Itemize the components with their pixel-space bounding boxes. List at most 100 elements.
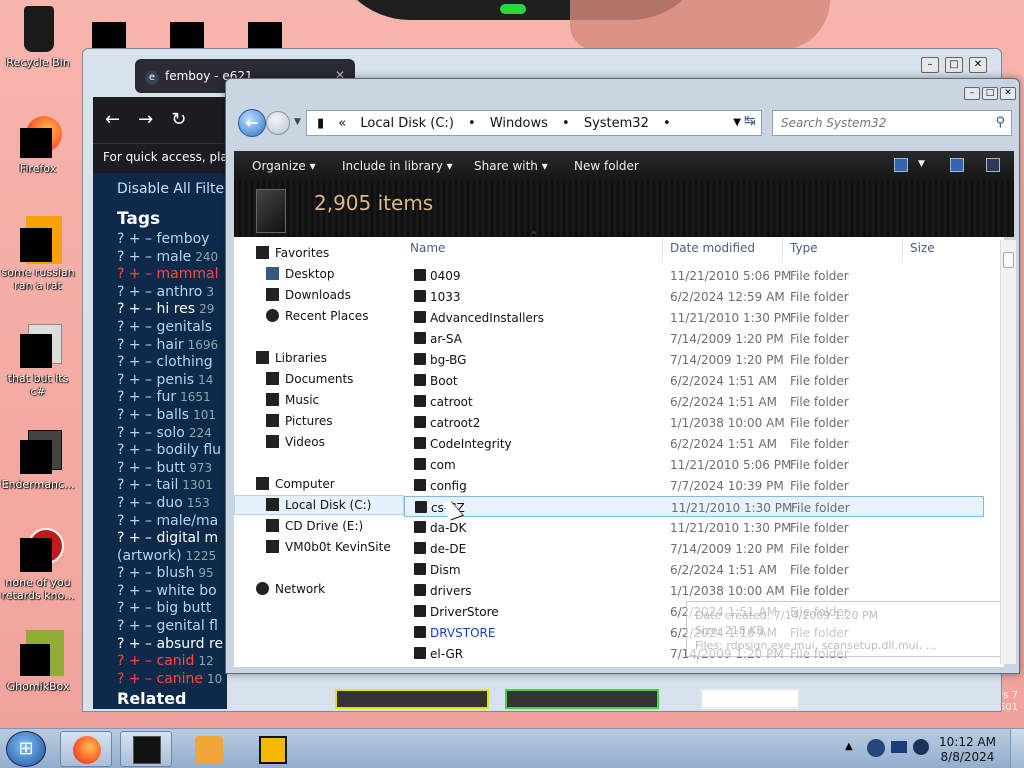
file-row[interactable]: Dism 6/2/2024 1:51 AM File folder (404, 559, 984, 580)
tag-item[interactable]: (artwork) 1225 (93, 548, 227, 566)
tag-item[interactable]: ? + – hi res 29 (93, 301, 227, 319)
file-row[interactable]: Boot 6/2/2024 1:51 AM File folder (404, 370, 984, 391)
search-box[interactable]: ⚲ (772, 110, 1012, 136)
tag-item[interactable]: ? + – tail 1301 (93, 477, 227, 495)
column-separator[interactable] (902, 237, 903, 261)
clock[interactable]: 10:12 AM 8/8/2024 (939, 735, 996, 765)
volume-tray-icon[interactable] (913, 739, 929, 755)
tag-item[interactable]: ? + – bodily flu (93, 442, 227, 460)
new-folder-button[interactable]: New folder (574, 159, 639, 173)
nav-cd-drive[interactable]: CD Drive (E:) (234, 516, 404, 536)
include-in-library-button[interactable]: Include in library ▾ (342, 159, 453, 173)
nav-desktop[interactable]: Desktop (234, 264, 404, 284)
tag-item[interactable]: ? + – solo 224 (93, 425, 227, 443)
show-desktop-button[interactable] (1010, 729, 1024, 768)
file-row[interactable]: AdvancedInstallers 11/21/2010 1:30 PM File… (404, 307, 984, 328)
nav-music[interactable]: Music (234, 390, 404, 410)
view-dropdown-icon[interactable]: ▼ (918, 159, 925, 169)
explorer-close-button[interactable]: ✕ (1000, 87, 1016, 100)
file-row[interactable]: CodeIntegrity 6/2/2024 1:51 AM File folder (404, 433, 984, 454)
tag-item[interactable]: ? + – penis 14 (93, 372, 227, 390)
desktop-icon-none-of-you[interactable]: none of you retards kno... (0, 526, 76, 602)
nav-favorites[interactable]: Favorites (234, 243, 404, 263)
taskbar-app[interactable] (246, 731, 298, 767)
explorer-window[interactable]: – □ ✕ ← ▼ ▮ « Local Disk (C:) • Windows … (225, 78, 1020, 674)
tag-item[interactable]: ? + – anthro 3 (93, 284, 227, 302)
column-header-size[interactable]: Size (910, 241, 935, 263)
tag-item[interactable]: ? + – genital fl (93, 618, 227, 636)
tag-item[interactable]: ? + – male 240 (93, 249, 227, 267)
disable-filters-link[interactable]: Disable All Filter (93, 173, 227, 197)
nav-pictures[interactable]: Pictures (234, 411, 404, 431)
tag-item[interactable]: ? + – balls 101 (93, 407, 227, 425)
tag-item[interactable]: ? + – duo 153 (93, 495, 227, 513)
nav-network[interactable]: Network (234, 579, 404, 599)
related-thumbnail[interactable] (505, 689, 659, 709)
forward-arrow-icon[interactable]: → (138, 109, 171, 130)
nav-local-disk[interactable]: Local Disk (C:) (234, 495, 404, 515)
search-icon[interactable]: ⚲ (995, 115, 1005, 130)
nav-downloads[interactable]: Downloads (234, 285, 404, 305)
organize-button[interactable]: Organize ▾ (252, 159, 316, 173)
taskbar-firefox[interactable] (60, 731, 112, 767)
tag-item[interactable]: ? + – fur 1651 (93, 389, 227, 407)
nav-computer[interactable]: Computer (234, 474, 404, 494)
help-icon[interactable] (986, 158, 1000, 172)
nav-recent-places[interactable]: Recent Places (234, 306, 404, 326)
file-list-scrollbar[interactable] (1000, 240, 1016, 664)
tag-item[interactable]: ? + – digital m (93, 530, 227, 548)
tag-item[interactable]: ? + – canine 10 (93, 671, 227, 689)
file-row[interactable]: de-DE 7/14/2009 1:20 PM File folder (404, 538, 984, 559)
tag-item[interactable]: ? + – femboy (93, 231, 227, 249)
forward-button[interactable] (266, 111, 290, 135)
desktop-icon-some-russian[interactable]: some russian ran a rat (0, 216, 76, 292)
recent-pages-dropdown-icon[interactable]: ▼ (294, 117, 301, 127)
browser-close-button[interactable]: ✕ (969, 57, 987, 73)
file-row[interactable]: com 11/21/2010 5:06 PM File folder (404, 454, 984, 475)
column-header-name[interactable]: Name (410, 241, 445, 263)
column-separator[interactable] (662, 237, 663, 261)
tag-item[interactable]: ? + – big butt (93, 600, 227, 618)
file-row[interactable]: 0409 11/21/2010 5:06 PM File folder (404, 265, 984, 286)
nav-documents[interactable]: Documents (234, 369, 404, 389)
overflow-chevron-icon[interactable]: « (338, 116, 346, 131)
related-thumbnail[interactable] (701, 689, 799, 709)
desktop-icon-firefox[interactable]: Firefox (0, 112, 76, 175)
tag-item[interactable]: ? + – blush 95 (93, 565, 227, 583)
breadcrumb-system32[interactable]: System32 (584, 116, 649, 131)
related-thumbnail[interactable] (335, 689, 489, 709)
display-tray-icon[interactable] (891, 741, 907, 753)
tag-item[interactable]: ? + – canid 12 (93, 653, 227, 671)
file-row[interactable]: drivers 1/1/2038 10:00 AM File folder (404, 580, 984, 601)
share-with-button[interactable]: Share with ▾ (474, 159, 548, 173)
file-row[interactable]: config 7/7/2024 10:39 PM File folder (404, 475, 984, 496)
breadcrumb-separator-icon[interactable]: • (468, 116, 476, 131)
tag-item[interactable]: ? + – genitals (93, 319, 227, 337)
address-dropdown-icon[interactable]: ▼ (733, 117, 741, 128)
explorer-maximize-button[interactable]: □ (982, 87, 998, 100)
file-row[interactable]: bg-BG 7/14/2009 1:20 PM File folder (404, 349, 984, 370)
tag-item[interactable]: ? + – butt 973 (93, 460, 227, 478)
file-row[interactable]: catroot2 1/1/2038 10:00 AM File folder (404, 412, 984, 433)
file-row[interactable]: ar-SA 7/14/2009 1:20 PM File folder (404, 328, 984, 349)
tag-item[interactable]: ? + – clothing (93, 354, 227, 372)
network-tray-icon[interactable] (867, 739, 885, 757)
file-row[interactable]: 1033 6/2/2024 12:59 AM File folder (404, 286, 984, 307)
address-bar[interactable]: ▮ « Local Disk (C:) • Windows • System32… (306, 110, 762, 136)
nav-libraries[interactable]: Libraries (234, 348, 404, 368)
breadcrumb-separator-icon[interactable]: • (562, 116, 570, 131)
change-view-icon[interactable] (894, 158, 908, 172)
start-button[interactable]: ⊞ (6, 731, 46, 767)
preview-pane-icon[interactable] (950, 158, 964, 172)
taskbar-explorer[interactable] (120, 731, 172, 767)
show-hidden-icons-icon[interactable]: ▲ (845, 741, 853, 752)
tag-item[interactable]: ? + – absurd re (93, 636, 227, 654)
tag-item[interactable]: ? + – mammal (93, 266, 227, 284)
nav-videos[interactable]: Videos (234, 432, 404, 452)
browser-maximize-button[interactable]: □ (945, 57, 963, 73)
tag-item[interactable]: ? + – male/ma (93, 513, 227, 531)
browser-minimize-button[interactable]: – (921, 57, 939, 73)
breadcrumb-separator-icon[interactable]: • (663, 116, 671, 131)
back-button[interactable]: ← (238, 109, 266, 137)
file-row[interactable]: da-DK 11/21/2010 1:30 PM File folder (404, 517, 984, 538)
